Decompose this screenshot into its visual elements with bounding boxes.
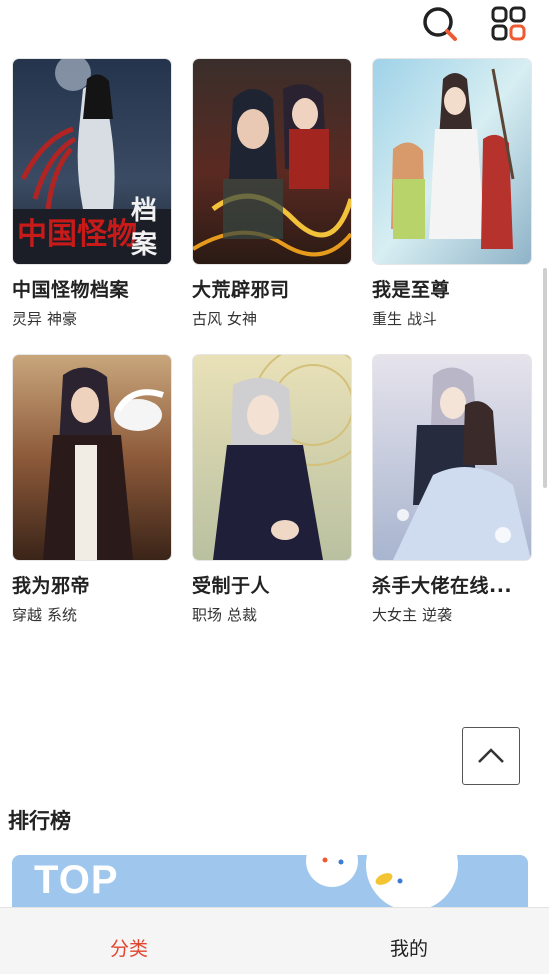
comic-tag: 神豪 [47, 310, 78, 328]
comic-cover: 中国怪物 档 案 [12, 58, 172, 265]
comic-tag: 穿越 [12, 606, 43, 624]
comic-title: 杀手大佬在线... [372, 575, 513, 597]
tab-mine[interactable]: 我的 [390, 934, 428, 961]
ranking-section-title: 排行榜 [8, 809, 71, 833]
chevron-up-icon [478, 748, 504, 763]
comic-cover [192, 354, 352, 561]
comic-tag: 古风 [192, 310, 223, 328]
comic-tag: 大女主 [372, 606, 418, 624]
svg-text:案: 案 [130, 229, 158, 260]
comic-tags: 灵异 神豪 [12, 308, 172, 329]
comic-title: 我为邪帝 [12, 575, 91, 597]
svg-text:档: 档 [131, 196, 157, 226]
comic-tags: 大女主 逆袭 [372, 604, 532, 625]
comic-tag: 灵异 [12, 310, 43, 328]
scrollbar[interactable] [543, 268, 547, 488]
comic-card[interactable]: 受制于人 职场 总裁 [192, 354, 352, 625]
comic-card[interactable]: 中国怪物 档 案 中国怪物档案 灵异 神豪 [12, 58, 172, 329]
top-bar [0, 0, 549, 52]
comic-title: 受制于人 [192, 575, 271, 597]
comic-card[interactable]: 我是至尊 重生 战斗 [372, 58, 532, 329]
comic-tag: 战斗 [407, 310, 438, 328]
comic-cover [372, 58, 532, 265]
cover-title-art: 中国怪物 [17, 217, 137, 252]
comic-title: 我是至尊 [372, 279, 451, 301]
search-icon [423, 7, 457, 41]
tab-category[interactable]: 分类 [110, 934, 148, 961]
comic-card[interactable]: 我为邪帝 穿越 系统 [12, 354, 172, 625]
search-button[interactable] [420, 4, 460, 44]
category-grid-icon [491, 6, 526, 41]
comic-tags: 职场 总裁 [192, 604, 352, 625]
ranking-banner-text: TOP [34, 858, 119, 902]
comic-tags: 穿越 系统 [12, 604, 172, 625]
comic-title: 中国怪物档案 [12, 279, 130, 301]
comic-tag: 逆袭 [422, 606, 453, 624]
back-to-top-button[interactable] [462, 727, 520, 785]
bottom-tab-bar: 分类 我的 [0, 907, 549, 974]
comic-title: 大荒辟邪司 [192, 279, 290, 301]
comic-tags: 古风 女神 [192, 308, 352, 329]
comic-tags: 重生 战斗 [372, 308, 532, 329]
comic-card[interactable]: 杀手大佬在线... 大女主 逆袭 [372, 354, 532, 625]
comic-cover [192, 58, 352, 265]
category-grid-button[interactable] [489, 4, 529, 44]
comic-tag: 职场 [192, 606, 223, 624]
comic-tag: 重生 [372, 310, 403, 328]
comic-tag: 总裁 [227, 606, 258, 624]
comic-card[interactable]: 大荒辟邪司 古风 女神 [192, 58, 352, 329]
comic-tag: 女神 [227, 310, 258, 328]
comic-tag: 系统 [47, 606, 78, 624]
comic-cover [12, 354, 172, 561]
comic-cover [372, 354, 532, 561]
